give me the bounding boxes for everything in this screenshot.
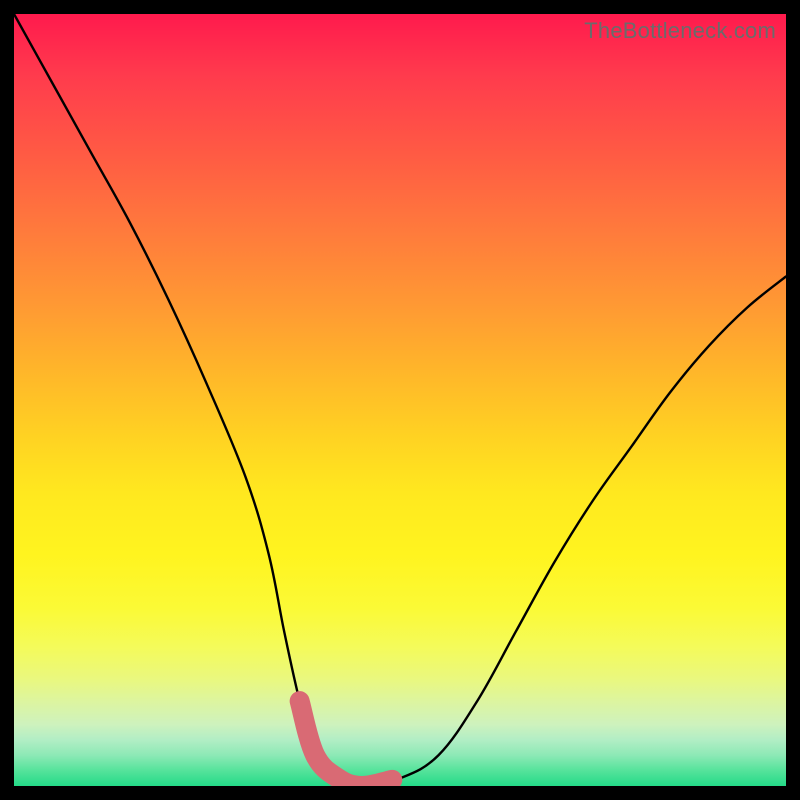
plot-area: TheBottleneck.com [14,14,786,786]
trough-highlight [14,14,786,786]
chart-frame: TheBottleneck.com [0,0,800,800]
watermark-text: TheBottleneck.com [584,18,776,44]
